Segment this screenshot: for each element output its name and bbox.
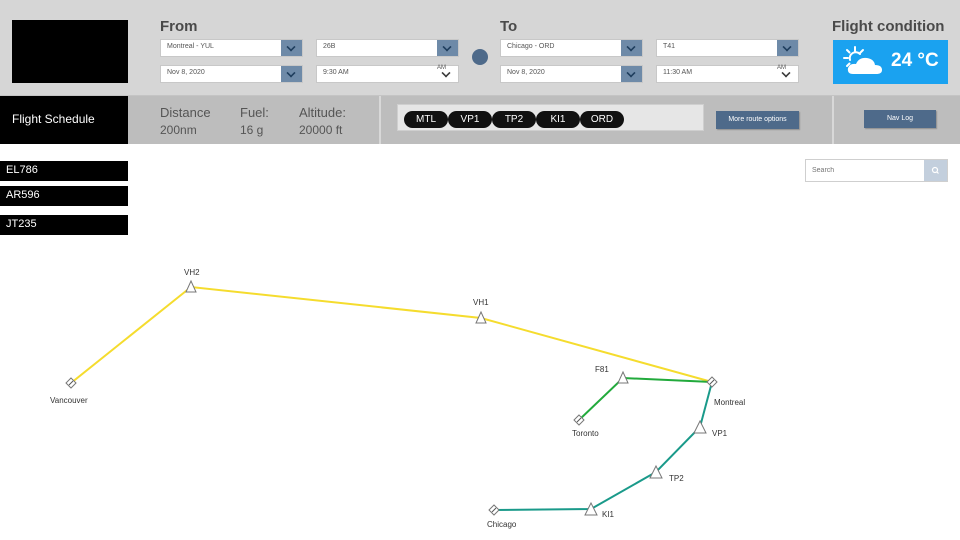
weather-card: 24 °C	[833, 40, 948, 84]
airport-toronto[interactable]: Toronto	[572, 414, 599, 438]
chevron-down-icon[interactable]	[281, 40, 302, 56]
waypoint-label: F81	[595, 365, 609, 374]
chevron-down-icon[interactable]: AM	[436, 65, 458, 82]
to-time-select[interactable]: 11:30 AM AM	[656, 65, 799, 83]
info-bar: Flight Schedule Distance 200nm Fuel: 16 …	[0, 96, 960, 144]
from-date-select[interactable]: Nov 8, 2020	[160, 65, 303, 83]
airport-vancouver[interactable]: Vancouver	[50, 377, 88, 405]
more-route-options-button[interactable]: More route options	[716, 111, 799, 129]
from-date-value: Nov 8, 2020	[167, 69, 205, 76]
chevron-down-icon[interactable]	[281, 66, 302, 82]
distance-value: 200nm	[160, 123, 197, 137]
from-gate-value: 26B	[323, 43, 336, 50]
airport-montreal[interactable]: Montreal	[706, 376, 745, 407]
waypoint-label: TP2	[669, 474, 684, 483]
nav-log-button[interactable]: Nav Log	[864, 110, 936, 128]
airport-label: Montreal	[714, 398, 745, 407]
waypoint-f81[interactable]: F81	[595, 365, 629, 384]
fuel-label: Fuel:	[240, 105, 269, 120]
from-time-value: 9:30 AM	[323, 69, 349, 76]
route-line-northern	[70, 285, 713, 384]
route-line-toronto	[578, 376, 713, 421]
waypoint-label: VP1	[712, 429, 728, 438]
chevron-down-icon[interactable]	[777, 40, 798, 56]
route-point-mtl[interactable]: MTL	[404, 111, 448, 128]
to-date-value: Nov 8, 2020	[507, 69, 545, 76]
to-time-value: 11:30 AM	[663, 69, 693, 76]
route-map: VH2 VH1 F81 VP1 TP2 KI1 Vancouver Montre…	[50, 268, 745, 529]
weather-title: Flight condition	[832, 18, 945, 35]
from-airport-select[interactable]: Montreal - YUL	[160, 39, 303, 57]
distance-label: Distance	[160, 105, 211, 120]
fuel-value: 16 g	[240, 123, 264, 137]
from-airport-value: Montreal - YUL	[167, 43, 214, 50]
route-point-ord[interactable]: ORD	[580, 111, 624, 128]
chevron-down-icon[interactable]: AM	[776, 65, 798, 82]
from-title: From	[160, 18, 198, 35]
fuel-stat: Fuel: 16 g	[240, 105, 269, 137]
route-point-vp1[interactable]: VP1	[448, 111, 492, 128]
altitude-label: Altitude:	[299, 105, 346, 120]
partly-cloudy-icon	[843, 46, 882, 74]
swap-route-button[interactable]	[472, 49, 488, 65]
header: From Montreal - YUL 26B Nov 8, 2020 9:30…	[0, 0, 960, 96]
waypoint-vp1[interactable]: VP1	[693, 419, 728, 438]
waypoint-label: VH1	[473, 298, 489, 307]
divider	[379, 96, 381, 144]
divider	[832, 96, 834, 144]
logo	[12, 20, 128, 83]
waypoint-tp2[interactable]: TP2	[649, 464, 684, 483]
route-line-chicago	[493, 381, 713, 511]
altitude-value: 20000 ft	[299, 123, 343, 137]
chevron-down-icon[interactable]	[621, 40, 642, 56]
route-points: MTL VP1 TP2 KI1 ORD	[397, 104, 704, 131]
to-airport-select[interactable]: Chicago - ORD	[500, 39, 643, 57]
chevron-down-icon[interactable]	[437, 40, 458, 56]
to-gate-select[interactable]: T41	[656, 39, 799, 57]
to-airport-value: Chicago - ORD	[507, 43, 555, 50]
to-gate-value: T41	[663, 43, 676, 50]
airport-label: Toronto	[572, 429, 599, 438]
from-time-select[interactable]: 9:30 AM AM	[316, 65, 459, 83]
airport-chicago[interactable]: Chicago	[487, 504, 517, 529]
temperature: 24 °C	[891, 50, 939, 71]
to-date-select[interactable]: Nov 8, 2020	[500, 65, 643, 83]
to-title: To	[500, 18, 518, 35]
waypoint-ki1[interactable]: KI1	[584, 501, 615, 519]
route-point-tp2[interactable]: TP2	[492, 111, 536, 128]
from-gate-select[interactable]: 26B	[316, 39, 459, 57]
route-point-ki1[interactable]: KI1	[536, 111, 580, 128]
chevron-down-icon[interactable]	[621, 66, 642, 82]
distance-stat: Distance 200nm	[160, 105, 211, 137]
waypoint-label: VH2	[184, 268, 200, 277]
altitude-stat: Altitude: 20000 ft	[299, 105, 346, 137]
tab-flight-schedule[interactable]: Flight Schedule	[0, 96, 128, 144]
waypoint-label: KI1	[602, 510, 615, 519]
airport-label: Vancouver	[50, 396, 88, 405]
airport-label: Chicago	[487, 520, 517, 529]
